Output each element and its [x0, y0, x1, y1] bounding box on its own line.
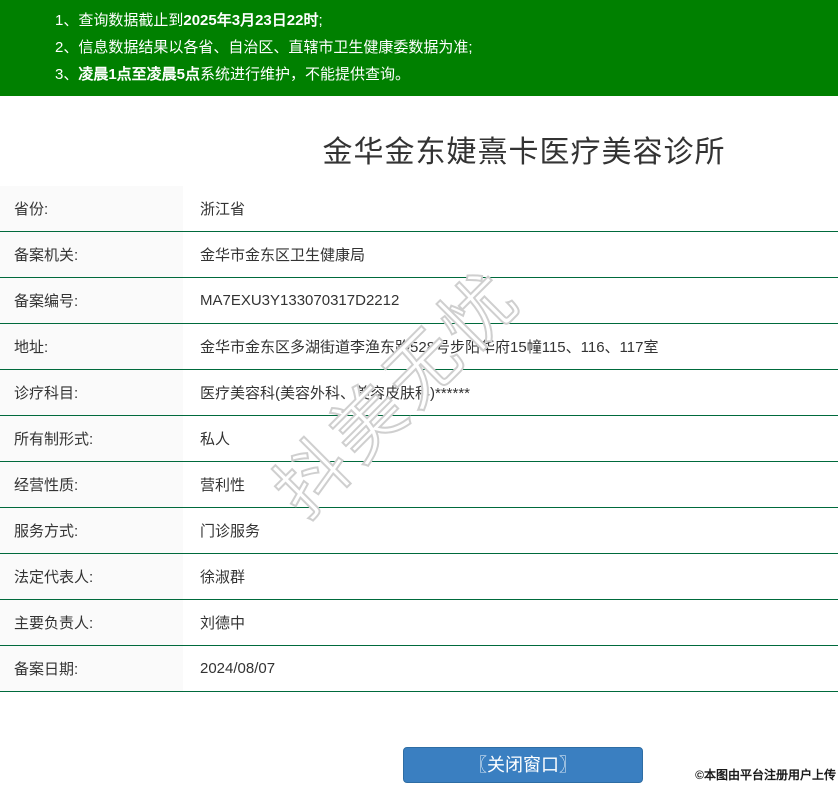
row-label: 省份: [0, 186, 183, 231]
table-row-medical-subjects: 诊疗科目: 医疗美容科(美容外科、美容皮肤科)****** [0, 370, 838, 416]
notice-number: 2、 [55, 39, 79, 56]
row-label: 所有制形式: [0, 416, 183, 461]
row-value: 医疗美容科(美容外科、美容皮肤科)****** [200, 385, 471, 402]
notice-line-1: 1、查询数据截止到2025年3月23日22时; [0, 7, 838, 34]
institution-title: 金华金东婕熹卡医疗美容诊所 [322, 136, 726, 169]
table-row-principal: 主要负责人: 刘德中 [0, 600, 838, 646]
row-label: 经营性质: [0, 462, 183, 507]
row-value: 刘德中 [200, 615, 246, 632]
notice-line-3: 3、凌晨1点至凌晨5点系统进行维护，不能提供查询。 [0, 61, 838, 88]
notice-line-2: 2、信息数据结果以各省、自治区、直辖市卫生健康委数据为准; [0, 34, 838, 61]
row-value: 2024/08/07 [200, 660, 276, 677]
notice-text: 系统进行维护，不能提供查询。 [200, 66, 411, 83]
row-label: 服务方式: [0, 508, 183, 553]
close-window-button[interactable]: 〖关闭窗口〗 [403, 747, 643, 783]
table-row-service-mode: 服务方式: 门诊服务 [0, 508, 838, 554]
row-value: 金华市金东区卫生健康局 [200, 247, 366, 264]
row-label: 法定代表人: [0, 554, 183, 599]
table-row-business-nature: 经营性质: 营利性 [0, 462, 838, 508]
row-label: 诊疗科目: [0, 370, 183, 415]
notice-banner: 1、查询数据截止到2025年3月23日22时; 2、信息数据结果以各省、自治区、… [0, 0, 838, 96]
row-label: 主要负责人: [0, 600, 183, 645]
info-table: 省份: 浙江省 备案机关: 金华市金东区卫生健康局 备案编号: MA7EXU3Y… [0, 186, 838, 692]
notice-text: 查询数据截止到 [78, 12, 184, 29]
row-value: 徐淑群 [200, 569, 246, 586]
notice-text: ; [318, 12, 323, 29]
row-value: 营利性 [200, 477, 246, 494]
table-row-filing-authority: 备案机关: 金华市金东区卫生健康局 [0, 232, 838, 278]
row-value: 浙江省 [200, 201, 246, 218]
query-result-page: 1、查询数据截止到2025年3月23日22时; 2、信息数据结果以各省、自治区、… [0, 0, 838, 787]
row-value: MA7EXU3Y133070317D2212 [200, 292, 400, 309]
notice-number: 3、 [55, 66, 79, 83]
notice-bold-text: 2025年3月23日22时 [183, 12, 319, 29]
notice-text: 信息数据结果以各省、自治区、直辖市卫生健康委数据为准; [78, 39, 473, 56]
row-label: 备案机关: [0, 232, 183, 277]
notice-number: 1、 [55, 12, 79, 29]
row-label: 备案编号: [0, 278, 183, 323]
row-value: 私人 [200, 431, 231, 448]
row-label: 地址: [0, 324, 183, 369]
notice-bold-text: 凌晨1点至凌晨5点 [78, 66, 201, 83]
table-row-province: 省份: 浙江省 [0, 186, 838, 232]
row-value: 门诊服务 [200, 523, 261, 540]
table-row-legal-representative: 法定代表人: 徐淑群 [0, 554, 838, 600]
table-row-filing-number: 备案编号: MA7EXU3Y133070317D2212 [0, 278, 838, 324]
upload-stamp-text: ©本图由平台注册用户上传 [695, 768, 836, 782]
row-value: 金华市金东区多湖街道李渔东路528号步阳华府15幢115、116、117室 [200, 339, 659, 356]
row-label: 备案日期: [0, 646, 183, 691]
table-row-ownership: 所有制形式: 私人 [0, 416, 838, 462]
table-row-filing-date: 备案日期: 2024/08/07 [0, 646, 838, 692]
table-row-address: 地址: 金华市金东区多湖街道李渔东路528号步阳华府15幢115、116、117… [0, 324, 838, 370]
